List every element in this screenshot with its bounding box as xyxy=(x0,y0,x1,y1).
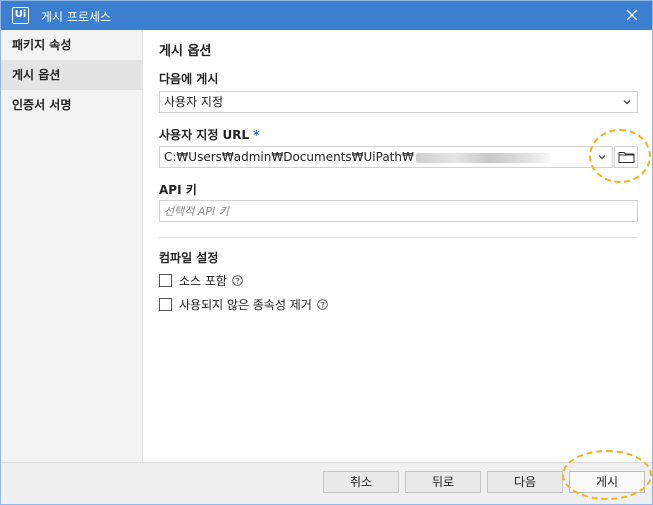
help-circle-icon[interactable] xyxy=(232,274,243,286)
publish-to-label: 다음에 게시 xyxy=(159,72,219,86)
publish-to-value: 사용자 지정 xyxy=(164,95,224,109)
custom-url-combobox[interactable]: C:₩Users₩admin₩Documents₩UiPath₩ xyxy=(159,146,613,168)
back-button[interactable]: 뒤로 xyxy=(405,471,481,493)
window-title: 게시 프로세스 xyxy=(41,10,112,24)
dialog-footer: 취소 뒤로 다음 게시 xyxy=(1,462,652,504)
section-title: 게시 옵션 xyxy=(159,44,212,59)
main-content: 게시 옵션 다음에 게시 사용자 지정 사용자 지정 URL * C:₩Users… xyxy=(143,30,652,462)
custom-url-label: 사용자 지정 URL * xyxy=(159,126,259,143)
sidebar-item-package-properties[interactable]: 패키지 속성 xyxy=(1,30,142,60)
custom-url-value: C:₩Users₩admin₩Documents₩UiPath₩ xyxy=(164,150,414,164)
title-bar: Ui 게시 프로세스 xyxy=(1,1,652,30)
remove-unused-dependencies-option[interactable]: 사용되지 않은 종속성 제거 xyxy=(159,296,328,312)
next-button[interactable]: 다음 xyxy=(487,471,563,493)
include-sources-checkbox[interactable] xyxy=(159,273,172,287)
folder-icon xyxy=(618,152,635,163)
cancel-button[interactable]: 취소 xyxy=(323,471,399,493)
remove-unused-dependencies-label: 사용되지 않은 종속성 제거 xyxy=(179,297,312,312)
chevron-down-icon xyxy=(598,155,606,160)
browse-folder-button[interactable] xyxy=(614,146,638,168)
publish-process-dialog: Ui 게시 프로세스 패키지 속성 게시 옵션 인증서 서명 게시 옵션 다음에… xyxy=(0,0,653,505)
close-button[interactable] xyxy=(624,7,640,23)
sidebar-item-publish-options[interactable]: 게시 옵션 xyxy=(1,60,142,90)
include-sources-label: 소스 포함 xyxy=(179,273,227,288)
uipath-logo-icon: Ui xyxy=(12,7,29,24)
sidebar: 패키지 속성 게시 옵션 인증서 서명 xyxy=(1,30,143,462)
required-mark: * xyxy=(253,128,260,142)
publish-button[interactable]: 게시 xyxy=(569,471,645,493)
api-key-input[interactable] xyxy=(159,200,638,222)
help-circle-icon[interactable] xyxy=(317,298,328,310)
sidebar-item-certificate-signing[interactable]: 인증서 서명 xyxy=(1,90,142,120)
remove-unused-dependencies-checkbox[interactable] xyxy=(159,297,172,311)
include-sources-option[interactable]: 소스 포함 xyxy=(159,272,243,288)
custom-url-label-text: 사용자 지정 URL xyxy=(159,128,250,142)
chevron-down-icon xyxy=(623,100,631,105)
divider xyxy=(159,237,638,238)
close-icon xyxy=(626,9,638,21)
api-key-label: API 키 xyxy=(159,183,197,197)
compile-settings-label: 컴파일 설정 xyxy=(159,251,219,265)
publish-to-dropdown[interactable]: 사용자 지정 xyxy=(159,91,638,113)
redacted-path xyxy=(415,152,550,163)
